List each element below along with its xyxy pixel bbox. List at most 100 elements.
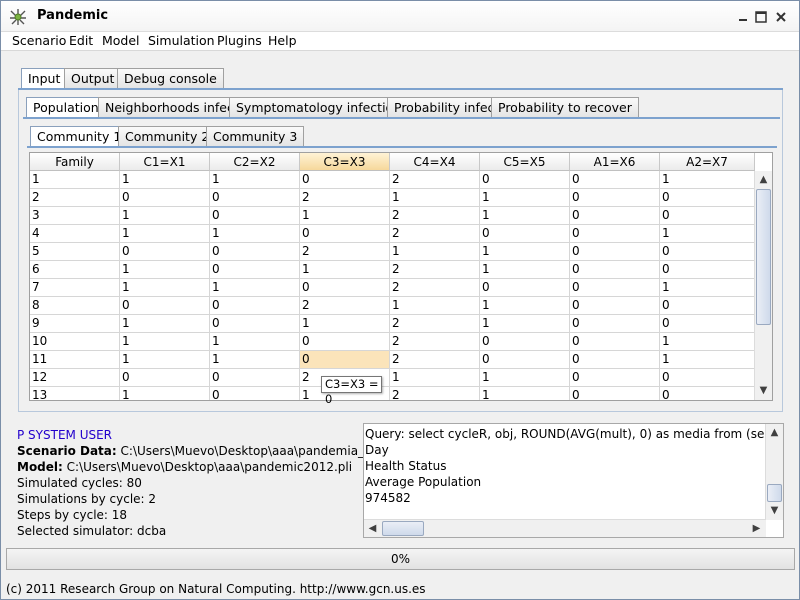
tab-community-1[interactable]: Community 1	[30, 126, 129, 146]
menu-plugins[interactable]: Plugins	[217, 33, 262, 48]
table-row[interactable]: 41102001	[30, 225, 755, 243]
table-cell-c1-x1[interactable]: 0	[120, 243, 210, 261]
table-cell-c1-x1[interactable]: 1	[120, 225, 210, 243]
table-cell-c1-x1[interactable]: 1	[120, 333, 210, 351]
tab-symptomatology-infection[interactable]: Symptomatology infection	[229, 97, 409, 117]
query-vertical-scrollbar[interactable]: ▲ ▼	[765, 424, 783, 520]
close-icon[interactable]	[773, 9, 789, 25]
table-cell-c3-x3[interactable]: 0	[300, 171, 390, 189]
table-cell-c1-x1[interactable]: 1	[120, 387, 210, 400]
tab-output[interactable]: Output	[64, 68, 122, 88]
table-vertical-scrollbar[interactable]: ▲ ▼	[754, 171, 772, 400]
table-cell-c3-x3[interactable]: 1	[300, 207, 390, 225]
table-cell-c2-x2[interactable]: 0	[210, 315, 300, 333]
table-cell-c1-x1[interactable]: 1	[120, 279, 210, 297]
table-cell-a2-x7[interactable]: 1	[660, 351, 755, 369]
tab-debug-console[interactable]: Debug console	[117, 68, 224, 88]
table-cell-a1-x6[interactable]: 0	[570, 351, 660, 369]
table-cell-c1-x1[interactable]: 1	[120, 351, 210, 369]
table-cell-family[interactable]: 8	[30, 297, 120, 315]
table-cell-c5-x5[interactable]: 1	[480, 189, 570, 207]
table-cell-family[interactable]: 5	[30, 243, 120, 261]
table-cell-family[interactable]: 13	[30, 387, 120, 400]
table-cell-c5-x5[interactable]: 1	[480, 387, 570, 400]
table-cell-c3-x3[interactable]: 0	[300, 225, 390, 243]
table-cell-c2-x2[interactable]: 1	[210, 225, 300, 243]
query-horizontal-thumb[interactable]	[382, 521, 424, 536]
table-cell-a1-x6[interactable]: 0	[570, 243, 660, 261]
table-cell-a2-x7[interactable]: 1	[660, 171, 755, 189]
table-row[interactable]: 13 1 0 1 2 1 0 0	[30, 387, 755, 400]
menu-help[interactable]: Help	[268, 33, 297, 48]
table-cell-a2-x7[interactable]: 0	[660, 243, 755, 261]
scroll-up-icon[interactable]: ▲	[755, 171, 772, 188]
tab-input[interactable]: Input	[21, 68, 68, 88]
query-vertical-thumb[interactable]	[767, 484, 782, 502]
column-header-c3-x3[interactable]: C3=X3	[300, 153, 390, 171]
column-header-a2-x7[interactable]: A2=X7	[660, 153, 755, 171]
table-cell-a2-x7[interactable]: 0	[660, 189, 755, 207]
table-cell-c5-x5[interactable]: 1	[480, 315, 570, 333]
table-cell-c2-x2[interactable]: 0	[210, 207, 300, 225]
table-cell-c1-x1[interactable]: 0	[120, 297, 210, 315]
table-row[interactable]: 12 0 0 2 1 1 0 0	[30, 369, 755, 387]
title-bar[interactable]: Pandemic	[1, 1, 799, 32]
table-cell-c1-x1[interactable]: 1	[120, 171, 210, 189]
query-scroll-left-icon[interactable]: ◀	[364, 520, 381, 537]
table-cell-a1-x6[interactable]: 0	[570, 225, 660, 243]
table-cell-a2-x7[interactable]: 0	[660, 207, 755, 225]
table-cell-c1-x1[interactable]: 1	[120, 207, 210, 225]
table-cell-c5-x5[interactable]: 0	[480, 279, 570, 297]
tab-probability-to-recover[interactable]: Probability to recover	[491, 97, 639, 117]
menu-model[interactable]: Model	[102, 33, 140, 48]
table-row[interactable]: 71102001	[30, 279, 755, 297]
table-cell-c2-x2[interactable]: 0	[210, 189, 300, 207]
query-scroll-up-icon[interactable]: ▲	[766, 424, 783, 441]
table-cell-a1-x6[interactable]: 0	[570, 207, 660, 225]
table-cell-c3-x3[interactable]: 1	[300, 315, 390, 333]
table-cell-a1-x6[interactable]: 0	[570, 279, 660, 297]
table-cell-c4-x4[interactable]: 2	[390, 207, 480, 225]
table-cell-c5-x5[interactable]: 0	[480, 171, 570, 189]
table-row[interactable]: 11102001	[30, 171, 755, 189]
table-cell-c1-x1[interactable]: 1	[120, 261, 210, 279]
table-cell-c2-x2[interactable]: 0	[210, 297, 300, 315]
tab-neighborhoods-infect[interactable]: Neighborhoods infect	[98, 97, 246, 117]
table-cell-a1-x6[interactable]: 0	[570, 171, 660, 189]
table-cell-a2-x7[interactable]: 0	[660, 261, 755, 279]
table-row[interactable]: 20021100	[30, 189, 755, 207]
tab-probability-infect[interactable]: Probability infect	[387, 97, 507, 117]
table-cell-a2-x7[interactable]: 0	[660, 387, 755, 400]
tab-population[interactable]: Population	[26, 97, 106, 117]
table-cell-c4-x4[interactable]: 2	[390, 261, 480, 279]
table-cell-family[interactable]: 10	[30, 333, 120, 351]
query-scroll-down-icon[interactable]: ▼	[766, 502, 783, 519]
table-cell-c5-x5[interactable]: 1	[480, 243, 570, 261]
table-cell-c2-x2[interactable]: 1	[210, 333, 300, 351]
table-cell-c4-x4[interactable]: 1	[390, 243, 480, 261]
table-cell-family[interactable]: 7	[30, 279, 120, 297]
tab-community-2[interactable]: Community 2	[118, 126, 217, 146]
column-header-c2-x2[interactable]: C2=X2	[210, 153, 300, 171]
table-cell-c1-x1[interactable]: 0	[120, 369, 210, 387]
table-cell-c5-x5[interactable]: 0	[480, 351, 570, 369]
table-cell-a1-x6[interactable]: 0	[570, 369, 660, 387]
table-row[interactable]: 50021100	[30, 243, 755, 261]
table-cell-c2-x2[interactable]: 0	[210, 243, 300, 261]
menu-scenario[interactable]: Scenario	[12, 33, 66, 48]
tab-community-3[interactable]: Community 3	[206, 126, 305, 146]
table-cell-c2-x2[interactable]: 0	[210, 369, 300, 387]
column-header-c1-x1[interactable]: C1=X1	[120, 153, 210, 171]
table-cell-family[interactable]: 3	[30, 207, 120, 225]
table-cell-c3-x3[interactable]: 0	[300, 279, 390, 297]
table-cell-c4-x4[interactable]: 2	[390, 225, 480, 243]
table-cell-c4-x4[interactable]: 2	[390, 387, 480, 400]
column-header-family[interactable]: Family	[30, 153, 120, 171]
table-cell-c2-x2[interactable]: 1	[210, 351, 300, 369]
table-cell-c4-x4[interactable]: 1	[390, 369, 480, 387]
menu-simulation[interactable]: Simulation	[148, 33, 215, 48]
table-cell-c4-x4[interactable]: 1	[390, 297, 480, 315]
table-cell-a2-x7[interactable]: 1	[660, 279, 755, 297]
table-cell-family[interactable]: 11	[30, 351, 120, 369]
table-row[interactable]: 10 1 1 0 2 0 0 1	[30, 333, 755, 351]
